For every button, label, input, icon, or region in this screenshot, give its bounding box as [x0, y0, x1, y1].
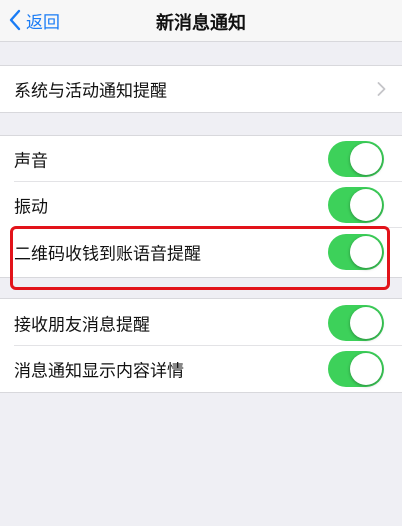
vibration-row: 振动 [0, 182, 402, 228]
group-gap [0, 277, 402, 299]
friend-message-alert-toggle[interactable] [328, 305, 384, 341]
friend-message-alert-row: 接收朋友消息提醒 [0, 300, 402, 346]
row-label: 振动 [14, 197, 48, 218]
row-label: 系统与活动通知提醒 [14, 81, 167, 102]
vibration-toggle[interactable] [328, 187, 384, 223]
row-label: 接收朋友消息提醒 [14, 315, 150, 336]
toggle-knob [350, 236, 382, 268]
notification-content-details-toggle[interactable] [328, 351, 384, 387]
qr-payment-voice-alert-toggle[interactable] [328, 234, 384, 270]
settings-group-system: 系统与活动通知提醒 [0, 65, 402, 113]
qr-payment-voice-alert-row: 二维码收钱到账语音提醒 [0, 228, 402, 276]
row-label: 声音 [14, 151, 48, 172]
toggle-knob [350, 189, 382, 221]
toggle-knob [350, 143, 382, 175]
notification-content-details-row: 消息通知显示内容详情 [0, 346, 402, 392]
sound-toggle[interactable] [328, 141, 384, 177]
toggle-knob [350, 353, 382, 385]
navigation-bar: 返回 新消息通知 [0, 0, 402, 42]
settings-group-alerts: 声音 振动 二维码收钱到账语音提醒 接收朋友消息提醒 消息通知显示内容详情 [0, 135, 402, 393]
row-label: 消息通知显示内容详情 [14, 361, 184, 382]
sound-row: 声音 [0, 136, 402, 182]
page-title: 新消息通知 [156, 13, 246, 34]
system-activity-notifications-row[interactable]: 系统与活动通知提醒 [0, 66, 402, 112]
toggle-knob [350, 307, 382, 339]
row-label: 二维码收钱到账语音提醒 [14, 244, 201, 265]
chevron-right-icon [377, 82, 386, 96]
